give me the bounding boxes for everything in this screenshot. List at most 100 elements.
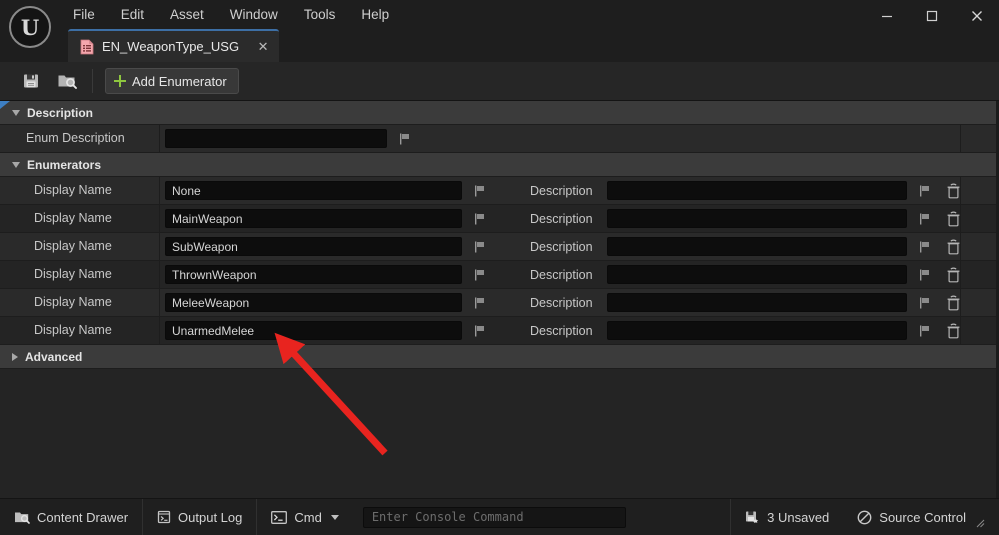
flag-icon-description[interactable]: [916, 237, 934, 257]
output-log-button[interactable]: Output Log: [143, 499, 258, 535]
close-icon: [971, 11, 982, 21]
flag-icon-display-name[interactable]: [471, 265, 489, 285]
trash-icon: [947, 239, 959, 254]
menu-item-file[interactable]: File: [60, 0, 108, 30]
enumerator-display-name-input[interactable]: None: [165, 181, 462, 200]
flag-icon-display-name[interactable]: [471, 293, 489, 313]
enumerator-description-input[interactable]: [607, 293, 907, 312]
property-value-enum-description: [160, 125, 414, 152]
enumerator-description-label: Description: [530, 239, 593, 254]
menu-item-window[interactable]: Window: [217, 0, 291, 30]
flag-icon: [475, 213, 484, 224]
flag-icon: [475, 241, 484, 252]
flag-icon-description[interactable]: [916, 181, 934, 201]
flag-icon-display-name[interactable]: [471, 181, 489, 201]
enumerator-display-name-input[interactable]: ThrownWeapon: [165, 265, 462, 284]
unreal-enum-editor-window: U File Edit Asset Window Tools Help EN_W…: [0, 0, 999, 535]
enumerator-description-input[interactable]: [607, 181, 907, 200]
flag-icon-description[interactable]: [916, 209, 934, 229]
add-enumerator-button[interactable]: Add Enumerator: [105, 68, 239, 94]
enumerator-description-input[interactable]: [607, 237, 907, 256]
row-tail-column: [960, 177, 999, 204]
chevron-right-icon: [12, 352, 18, 361]
save-all-icon: [746, 511, 759, 523]
status-bar-spacer: [636, 499, 732, 535]
menu-item-edit[interactable]: Edit: [108, 0, 157, 30]
trash-icon: [947, 295, 959, 310]
console-command-input[interactable]: Enter Console Command: [362, 506, 626, 528]
enumerator-description-input[interactable]: [607, 321, 907, 340]
flag-icon-enum-description[interactable]: [396, 129, 414, 149]
unsaved-assets-button[interactable]: 3 Unsaved: [731, 499, 843, 535]
flag-icon: [475, 325, 484, 336]
enum-description-input[interactable]: [165, 129, 387, 148]
save-button[interactable]: [14, 66, 48, 96]
close-button[interactable]: [954, 0, 999, 32]
enumerator-display-name-input[interactable]: MeleeWeapon: [165, 293, 462, 312]
category-header-enumerators[interactable]: Enumerators: [0, 153, 999, 177]
source-control-button[interactable]: Source Control: [843, 499, 999, 535]
enumerator-row-fields: UnarmedMelee Description: [160, 317, 963, 344]
enumerator-row-fields: MeleeWeapon Description: [160, 289, 963, 316]
flag-icon: [920, 269, 929, 280]
enumerator-description-label: Description: [530, 267, 593, 282]
minimize-icon: [881, 15, 892, 18]
enumerator-display-name-label: Display Name: [0, 177, 160, 204]
category-header-description[interactable]: Description: [0, 101, 999, 125]
enumerator-row: Display Name None Description: [0, 177, 999, 205]
category-header-advanced[interactable]: Advanced: [0, 345, 999, 369]
cmd-label: Cmd: [294, 509, 322, 525]
status-bar: Content Drawer Output Log Cmd Enter Cons…: [0, 498, 999, 535]
flag-icon-display-name[interactable]: [471, 209, 489, 229]
unreal-engine-logo-icon[interactable]: U: [9, 6, 51, 48]
enum-asset-icon: [80, 39, 94, 55]
enumerator-description-label: Description: [530, 295, 593, 310]
flag-icon-display-name[interactable]: [471, 237, 489, 257]
flag-icon-description[interactable]: [916, 293, 934, 313]
logo-glyph: U: [20, 14, 40, 40]
content-drawer-button[interactable]: Content Drawer: [0, 499, 144, 535]
save-icon: [24, 74, 38, 88]
flag-icon: [920, 241, 929, 252]
menu-item-help[interactable]: Help: [348, 0, 402, 30]
enumerator-row-list: Display Name None Description Display Name M…: [0, 177, 999, 345]
browse-content-button[interactable]: [50, 66, 84, 96]
browse-content-icon: [58, 75, 77, 89]
enumerator-description-input[interactable]: [607, 209, 907, 228]
enumerator-display-name-input[interactable]: MainWeapon: [165, 209, 462, 228]
enumerator-display-name-input[interactable]: SubWeapon: [165, 237, 462, 256]
enumerator-description-input[interactable]: [607, 265, 907, 284]
console-prompt-icon: [271, 510, 288, 524]
flag-icon: [920, 185, 929, 196]
enumerator-row: Display Name MainWeapon Description: [0, 205, 999, 233]
document-tab-en-weapontype-usg[interactable]: EN_WeaponType_USG ✕: [68, 29, 280, 62]
document-tab-strip: EN_WeaponType_USG ✕: [68, 29, 280, 62]
flag-icon: [475, 269, 484, 280]
menu-bar: File Edit Asset Window Tools Help: [60, 0, 402, 30]
output-log-label: Output Log: [178, 509, 243, 525]
menu-item-tools[interactable]: Tools: [291, 0, 349, 30]
output-log-icon: [157, 510, 171, 524]
console-command-wrapper: Enter Console Command: [353, 499, 636, 535]
enumerator-row: Display Name MeleeWeapon Description: [0, 289, 999, 317]
trash-icon: [947, 323, 959, 338]
flag-icon-description[interactable]: [916, 321, 934, 341]
flag-icon-display-name[interactable]: [471, 321, 489, 341]
enumerator-row-fields: SubWeapon Description: [160, 233, 963, 260]
enumerator-description-label: Description: [530, 211, 593, 226]
menu-item-asset[interactable]: Asset: [157, 0, 217, 30]
enumerator-description-label: Description: [530, 323, 593, 338]
document-tab-close-icon[interactable]: ✕: [253, 37, 273, 57]
asset-toolbar: Add Enumerator: [0, 62, 999, 101]
unsaved-assets-label: 3 Unsaved: [767, 509, 830, 525]
minimize-button[interactable]: [864, 0, 909, 32]
enumerator-row: Display Name UnarmedMelee Description: [0, 317, 999, 345]
enumerator-display-name-input[interactable]: UnarmedMelee: [165, 321, 462, 340]
flag-icon-description[interactable]: [916, 265, 934, 285]
trash-icon: [947, 211, 959, 226]
maximize-button[interactable]: [909, 0, 954, 32]
chevron-down-icon[interactable]: [330, 514, 339, 520]
resize-grip-icon[interactable]: [975, 516, 985, 528]
enumerator-display-name-label: Display Name: [0, 261, 160, 288]
cmd-dropdown-button[interactable]: Cmd: [257, 499, 352, 535]
